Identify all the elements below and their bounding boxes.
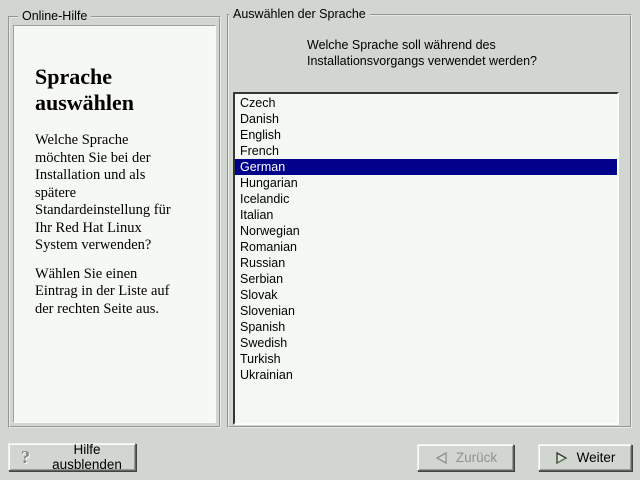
language-option[interactable]: Slovenian xyxy=(235,303,617,319)
language-option[interactable]: Hungarian xyxy=(235,175,617,191)
next-label: Weiter xyxy=(577,450,616,465)
language-list: Czech Danish English French German Hunga… xyxy=(233,92,619,425)
back-arrow-icon xyxy=(434,451,448,465)
help-paragraph-2: Wählen Sie einen Eintrag in der Liste au… xyxy=(35,266,209,319)
help-content-area: Sprache auswählen Welche Sprache möchten… xyxy=(13,25,216,423)
language-option[interactable]: Italian xyxy=(235,207,617,223)
help-paragraph-1: Welche Sprache möchten Sie bei der Insta… xyxy=(35,132,209,255)
language-option[interactable]: English xyxy=(235,127,617,143)
back-button[interactable]: Zurück xyxy=(417,444,514,471)
language-option[interactable]: Czech xyxy=(235,95,617,111)
online-help-panel: Online-Hilfe Sprache auswählen Welche Sp… xyxy=(8,16,221,428)
next-arrow-icon xyxy=(555,451,569,465)
hide-help-button[interactable]: ? Hilfe ausblenden xyxy=(8,443,136,471)
language-option[interactable]: Danish xyxy=(235,111,617,127)
language-option[interactable]: Romanian xyxy=(235,239,617,255)
language-option[interactable]: Swedish xyxy=(235,335,617,351)
language-option[interactable]: Ukrainian xyxy=(235,367,617,383)
help-frame-label: Online-Hilfe xyxy=(18,9,91,24)
help-title: Sprache auswählen xyxy=(35,64,207,116)
language-option[interactable]: French xyxy=(235,143,617,159)
language-option[interactable]: Icelandic xyxy=(235,191,617,207)
language-option[interactable]: Turkish xyxy=(235,351,617,367)
language-option[interactable]: Serbian xyxy=(235,271,617,287)
hide-help-label: Hilfe ausblenden xyxy=(39,442,135,472)
back-label: Zurück xyxy=(456,450,497,465)
language-option-selected[interactable]: German xyxy=(235,159,617,175)
language-option[interactable]: Russian xyxy=(235,255,617,271)
language-option[interactable]: Slovak xyxy=(235,287,617,303)
next-button[interactable]: Weiter xyxy=(538,444,632,471)
question-text: Welche Sprache soll während des Installa… xyxy=(307,37,537,69)
help-question-mark-icon: ? xyxy=(21,447,30,468)
language-option[interactable]: Norwegian xyxy=(235,223,617,239)
language-frame-label: Auswählen der Sprache xyxy=(229,7,370,22)
language-option[interactable]: Spanish xyxy=(235,319,617,335)
language-selection-panel: Auswählen der Sprache Welche Sprache sol… xyxy=(227,14,632,428)
